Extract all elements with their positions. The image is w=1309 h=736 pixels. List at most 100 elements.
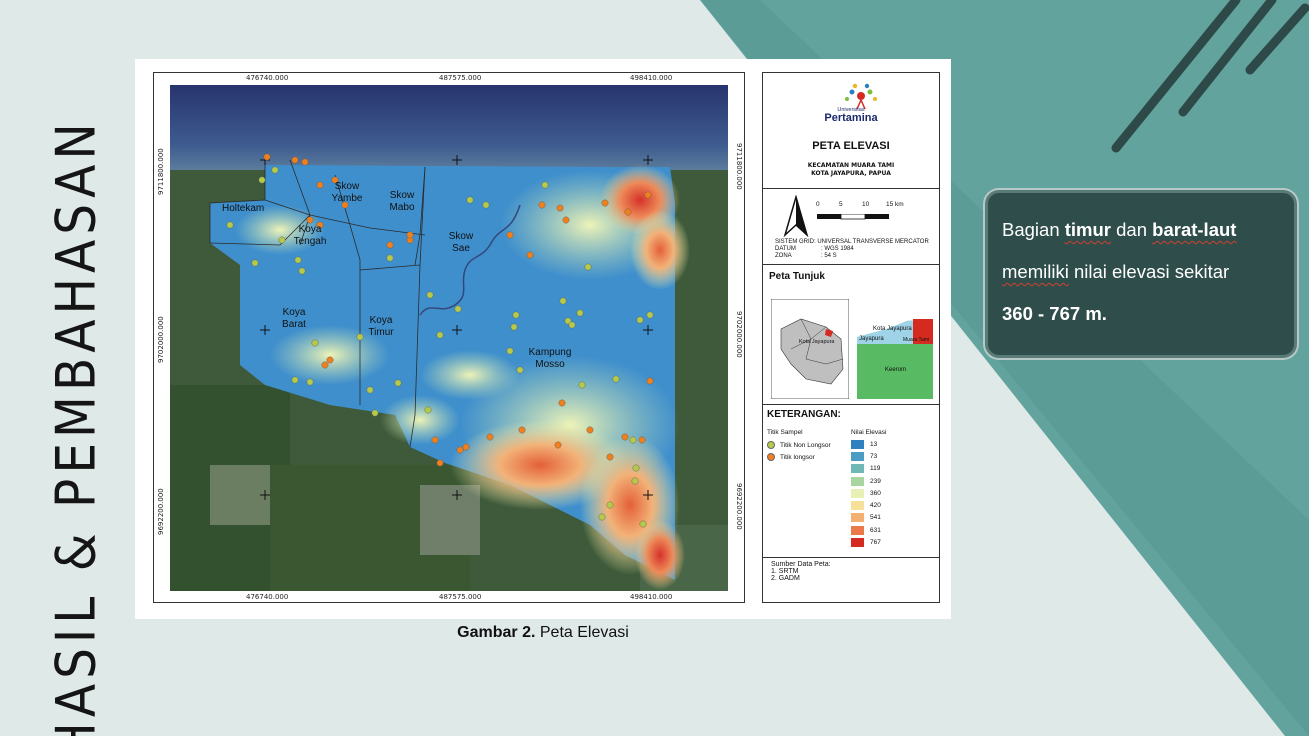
color-swatch [851,464,864,474]
legend-item: 420 [851,499,886,511]
legend-item: 119 [851,463,886,475]
section-title-text: HASIL & PEMBAHASAN [44,117,108,736]
map-title: PETA ELEVASI [812,140,890,152]
scale-label: 10 [862,201,870,208]
source-block: Sumber Data Peta: 1. SRTM 2. GADM [771,561,831,582]
color-swatch [851,439,864,449]
coord-top-2: 487575.000 [439,74,482,82]
map-figure: 476740.000 487575.000 498410.000 476740.… [135,59,951,619]
inset-map-detail [857,299,933,399]
source-item: 2. GADM [771,575,800,582]
callout-keyword: barat-laut [1152,219,1237,240]
color-swatch [851,513,864,523]
scale-label: 0 [816,201,820,208]
callout-text: Bagian [1002,219,1065,240]
logo-big-text: Pertamina [824,112,878,124]
scale-label: 15 km [886,201,904,208]
slide: HASIL & PEMBAHASAN 476740.000 487575.000… [0,0,1309,736]
zona-key: ZONA [775,253,792,259]
legend-item: Titik longsor [767,451,831,463]
color-swatch [851,538,864,548]
elevation-map: Holtekam Skow Yambe Skow Mabo Koya Tenga… [170,85,728,591]
coord-bottom-1: 476740.000 [246,593,289,601]
legend-item: 541 [851,512,886,524]
coord-top-1: 476740.000 [246,74,289,82]
coord-right-3: 9692200.000 [735,483,743,530]
caption-text: Peta Elevasi [535,624,629,641]
map-area: 476740.000 487575.000 498410.000 476740.… [153,72,745,603]
coord-bottom-2: 487575.000 [439,593,482,601]
title-block: Universitas Pertamina PETA ELEVASI KECAM… [763,73,939,189]
legend-item-label: 360 [870,489,881,497]
legend-item-label: 631 [870,526,881,534]
callout-text: dan [1111,219,1153,240]
legend-item: 73 [851,450,886,462]
legend-heading: KETERANGAN: [767,409,841,420]
color-swatch [851,501,864,511]
callout-keyword: timur [1064,219,1111,240]
source-heading: Sumber Data Peta: [771,561,831,568]
university-logo-icon [845,83,877,110]
district-label: Koya Barat [282,307,306,330]
color-swatch [851,476,864,486]
coord-right-1: 9711800.000 [735,143,743,190]
legend-item: 767 [851,536,886,548]
coord-top-3: 498410.000 [630,74,673,82]
legend-item: 13 [851,438,886,450]
legend-item-label: 767 [870,539,881,547]
grid-system: SISTEM GRID: UNIVERSAL TRANSVERSE MERCAT… [775,239,929,245]
non-longsor-dot-icon [767,441,775,450]
coord-left-3: 9692200.000 [157,488,165,535]
map-subtitle-1: KECAMATAN MUARA TAMI [807,162,895,169]
color-swatch [851,451,864,461]
longsor-dot-icon [767,453,775,462]
district-label: Skow Sae [448,231,474,254]
elevation-map-graphic [170,85,728,591]
district-label: Koya Timur [368,315,394,338]
datum-key: DATUM [775,246,796,252]
inset-heading: Peta Tunjuk [769,271,825,282]
callout-value: 360 - 767 m. [1002,303,1107,324]
district-label: Holtekam [222,203,265,214]
legend-block: KETERANGAN: Titik Sampel Titik Non Longs… [763,405,939,558]
sample-legend-heading: Titik Sampel [767,429,803,436]
elevation-legend-heading: Nilai Elevasi [851,429,887,436]
elevation-legend: Nilai Elevasi 13 73 119 239 360 420 541 … [851,429,886,549]
legend-item-label: 420 [870,502,881,510]
inset2-label: Muara Tami [903,337,930,343]
legend-item-label: 73 [870,452,878,460]
legend-item: Titik Non Longsor [767,439,831,451]
coord-left-1: 9711800.000 [157,148,165,195]
legend-item-label: Titik Non Longsor [780,441,831,449]
inset2-label: Keerom [885,367,907,373]
scale-block: 0 5 10 15 km SISTEM GRID: UNIVERSAL TRAN… [763,189,939,265]
scale-bar [817,214,889,220]
inset2-label: Jayapura [859,336,884,342]
scale-label: 5 [839,201,843,208]
callout-text: nilai elevasi sekitar [1068,261,1230,282]
district-label: Skow Mabo [389,190,415,213]
zona-value: : 54 S [821,253,837,259]
color-swatch [851,525,864,535]
district-label: Kampung Mosso [528,347,572,370]
sample-legend: Titik Sampel Titik Non Longsor Titik lon… [767,429,831,464]
legend-item-label: 541 [870,514,881,522]
district-label: Koya Tengah [293,224,327,247]
figure-caption: Gambar 2. Peta Elevasi [0,624,1086,642]
inset2-label: Kota Jayapura [873,326,912,332]
color-swatch [851,488,864,498]
coord-left-2: 9702000.000 [157,316,165,363]
district-label: Skow Yambe [331,181,363,204]
map-subtitle-2: KOTA JAYAPURA, PAPUA [811,170,891,177]
legend-item-label: 13 [870,440,878,448]
datum-value: : WGS 1984 [821,246,854,252]
legend-item: 360 [851,487,886,499]
callout-text: memiliki [1002,261,1069,282]
coord-right-2: 9702000.000 [735,311,743,358]
inset-block: Peta Tunjuk Kota Jayapura Kota Jayapura … [763,265,939,405]
legend-item: 239 [851,475,886,487]
inset-map-papua [771,299,849,399]
legend-item: 631 [851,524,886,536]
caption-label: Gambar 2. [457,624,536,641]
source-item: 1. SRTM [771,568,799,575]
